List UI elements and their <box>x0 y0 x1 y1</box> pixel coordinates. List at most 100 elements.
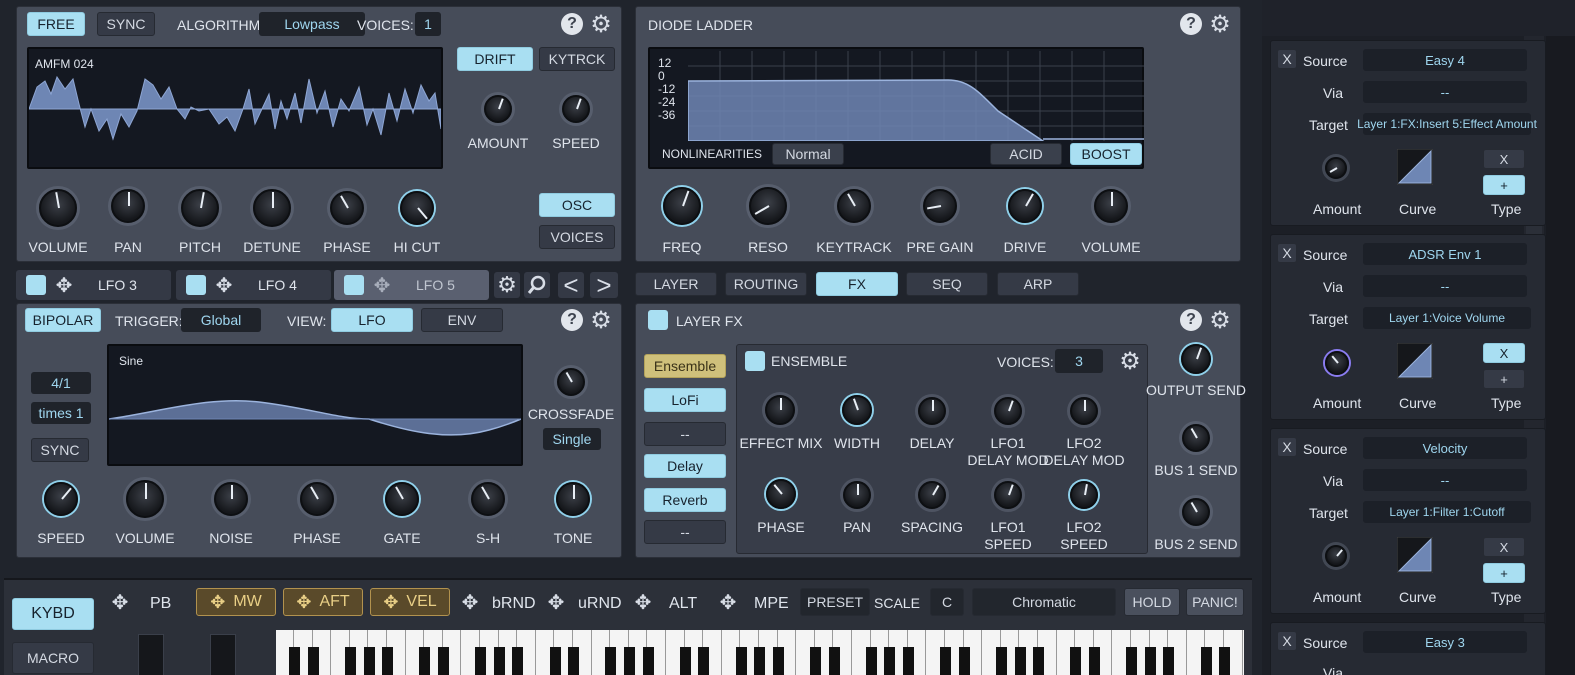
black-key[interactable] <box>1219 647 1231 675</box>
drive-knob[interactable] <box>1008 189 1042 223</box>
chevron-left-icon[interactable]: < <box>558 270 584 300</box>
move-icon[interactable]: ✥ <box>631 590 655 614</box>
remove-mod-button[interactable]: X <box>1277 49 1297 69</box>
black-key[interactable] <box>1033 647 1045 675</box>
boost-button[interactable]: BOOST <box>1070 143 1142 165</box>
lfo1-speed-knob[interactable] <box>994 481 1022 509</box>
black-key[interactable] <box>437 647 449 675</box>
ens-pan-knob[interactable] <box>843 481 871 509</box>
source-select[interactable]: ADSR Env 1 <box>1363 243 1527 265</box>
lfo-sync-button[interactable]: SYNC <box>31 438 89 462</box>
env-view-button[interactable]: ENV <box>421 308 503 332</box>
lfo-5-enable-checkbox[interactable] <box>344 275 364 295</box>
aft-button[interactable]: ✥ AFT <box>283 588 363 616</box>
tab-routing[interactable]: ROUTING <box>725 272 807 296</box>
type-x-button[interactable]: X <box>1483 537 1525 557</box>
curve-icon[interactable] <box>1397 537 1433 573</box>
output-send-knob[interactable] <box>1181 344 1211 374</box>
fx-slot-ensemble[interactable]: Ensemble <box>644 354 726 378</box>
crossfade-knob[interactable] <box>557 368 585 396</box>
fx-slot-empty[interactable]: -- <box>644 520 726 544</box>
detune-knob[interactable] <box>253 189 291 227</box>
move-icon[interactable]: ✥ <box>212 273 236 297</box>
tab-layer[interactable]: LAYER <box>635 272 717 296</box>
black-key[interactable] <box>382 647 394 675</box>
lfo-3-enable-checkbox[interactable] <box>26 275 46 295</box>
black-key[interactable] <box>698 647 710 675</box>
lfo-speed-knob[interactable] <box>44 482 78 516</box>
black-key[interactable] <box>940 647 952 675</box>
amount-knob[interactable] <box>1325 545 1347 567</box>
effect-mix-knob[interactable] <box>765 395 795 425</box>
filter-volume-knob[interactable] <box>1094 189 1128 223</box>
pitch-bend-wheel[interactable] <box>138 634 164 675</box>
move-icon[interactable]: ✥ <box>716 590 740 614</box>
ens-phase-knob[interactable] <box>766 479 796 509</box>
black-key[interactable] <box>1144 647 1156 675</box>
bus-1-send-knob[interactable] <box>1182 424 1210 452</box>
move-icon[interactable]: ✥ <box>370 273 394 297</box>
black-key[interactable] <box>958 647 970 675</box>
chevron-right-icon[interactable]: > <box>590 270 618 300</box>
black-key[interactable] <box>605 647 617 675</box>
freq-knob[interactable] <box>663 187 701 225</box>
voices-value[interactable]: 1 <box>415 12 441 36</box>
black-key[interactable] <box>1014 647 1026 675</box>
black-key[interactable] <box>289 647 301 675</box>
lfo-phase-knob[interactable] <box>300 482 334 516</box>
kytrck-button[interactable]: KYTRCK <box>539 47 615 71</box>
curve-icon[interactable] <box>1397 149 1433 185</box>
move-icon[interactable]: ✥ <box>458 590 482 614</box>
help-icon[interactable]: ? <box>561 309 583 331</box>
panic-button[interactable]: PANIC! <box>1186 588 1244 616</box>
source-select[interactable]: Easy 4 <box>1363 49 1527 71</box>
mod-wheel[interactable] <box>210 634 236 675</box>
black-key[interactable] <box>512 647 524 675</box>
via-select[interactable]: -- <box>1363 275 1527 297</box>
black-key[interactable] <box>623 647 635 675</box>
black-key[interactable] <box>772 647 784 675</box>
move-icon[interactable]: ✥ <box>52 273 76 297</box>
black-key[interactable] <box>549 647 561 675</box>
tab-lfo-5[interactable]: ✥ LFO 5 <box>334 270 489 300</box>
curve-icon[interactable] <box>1397 343 1433 379</box>
lfo2-delay-mod-knob[interactable] <box>1070 397 1098 425</box>
source-select[interactable]: Velocity <box>1363 437 1527 459</box>
black-key[interactable] <box>1163 647 1175 675</box>
black-key[interactable] <box>344 647 356 675</box>
tab-lfo-4[interactable]: ✥ LFO 4 <box>176 270 331 300</box>
single-select[interactable]: Single <box>543 428 601 450</box>
lfo2-speed-knob[interactable] <box>1070 481 1098 509</box>
black-key[interactable] <box>1126 647 1138 675</box>
black-key[interactable] <box>1070 647 1082 675</box>
bipolar-button[interactable]: BIPOLAR <box>25 308 101 332</box>
target-select[interactable]: Layer 1:Filter 1:Cutoff <box>1363 501 1531 523</box>
target-select[interactable]: Layer 1:Voice Volume <box>1363 307 1531 329</box>
black-key[interactable] <box>493 647 505 675</box>
s-h-knob[interactable] <box>471 482 505 516</box>
gear-icon[interactable]: ⚙ <box>1207 11 1233 38</box>
osc-button[interactable]: OSC <box>539 193 615 217</box>
amount-knob[interactable] <box>1325 157 1347 179</box>
black-key[interactable] <box>642 647 654 675</box>
black-key[interactable] <box>475 647 487 675</box>
pan-knob[interactable] <box>111 189 145 223</box>
fx-slot-reverb[interactable]: Reverb <box>644 488 726 512</box>
black-key[interactable] <box>865 647 877 675</box>
ensemble-voices-value[interactable]: 3 <box>1055 349 1103 373</box>
free-button[interactable]: FREE <box>27 12 85 36</box>
algorithm-select[interactable]: Lowpass <box>259 12 365 36</box>
layer-fx-enable-checkbox[interactable] <box>648 310 668 330</box>
help-icon[interactable]: ? <box>1180 13 1202 35</box>
amount-knob[interactable] <box>484 95 512 123</box>
gear-icon[interactable]: ⚙ <box>1207 307 1233 334</box>
black-key[interactable] <box>809 647 821 675</box>
black-key[interactable] <box>754 647 766 675</box>
volume-knob[interactable] <box>39 189 77 227</box>
mw-button[interactable]: ✥ MW <box>196 588 276 616</box>
bus-2-send-knob[interactable] <box>1182 498 1210 526</box>
gear-icon[interactable]: ⚙ <box>588 307 614 334</box>
gate-knob[interactable] <box>385 482 419 516</box>
black-key[interactable] <box>735 647 747 675</box>
black-key[interactable] <box>568 647 580 675</box>
